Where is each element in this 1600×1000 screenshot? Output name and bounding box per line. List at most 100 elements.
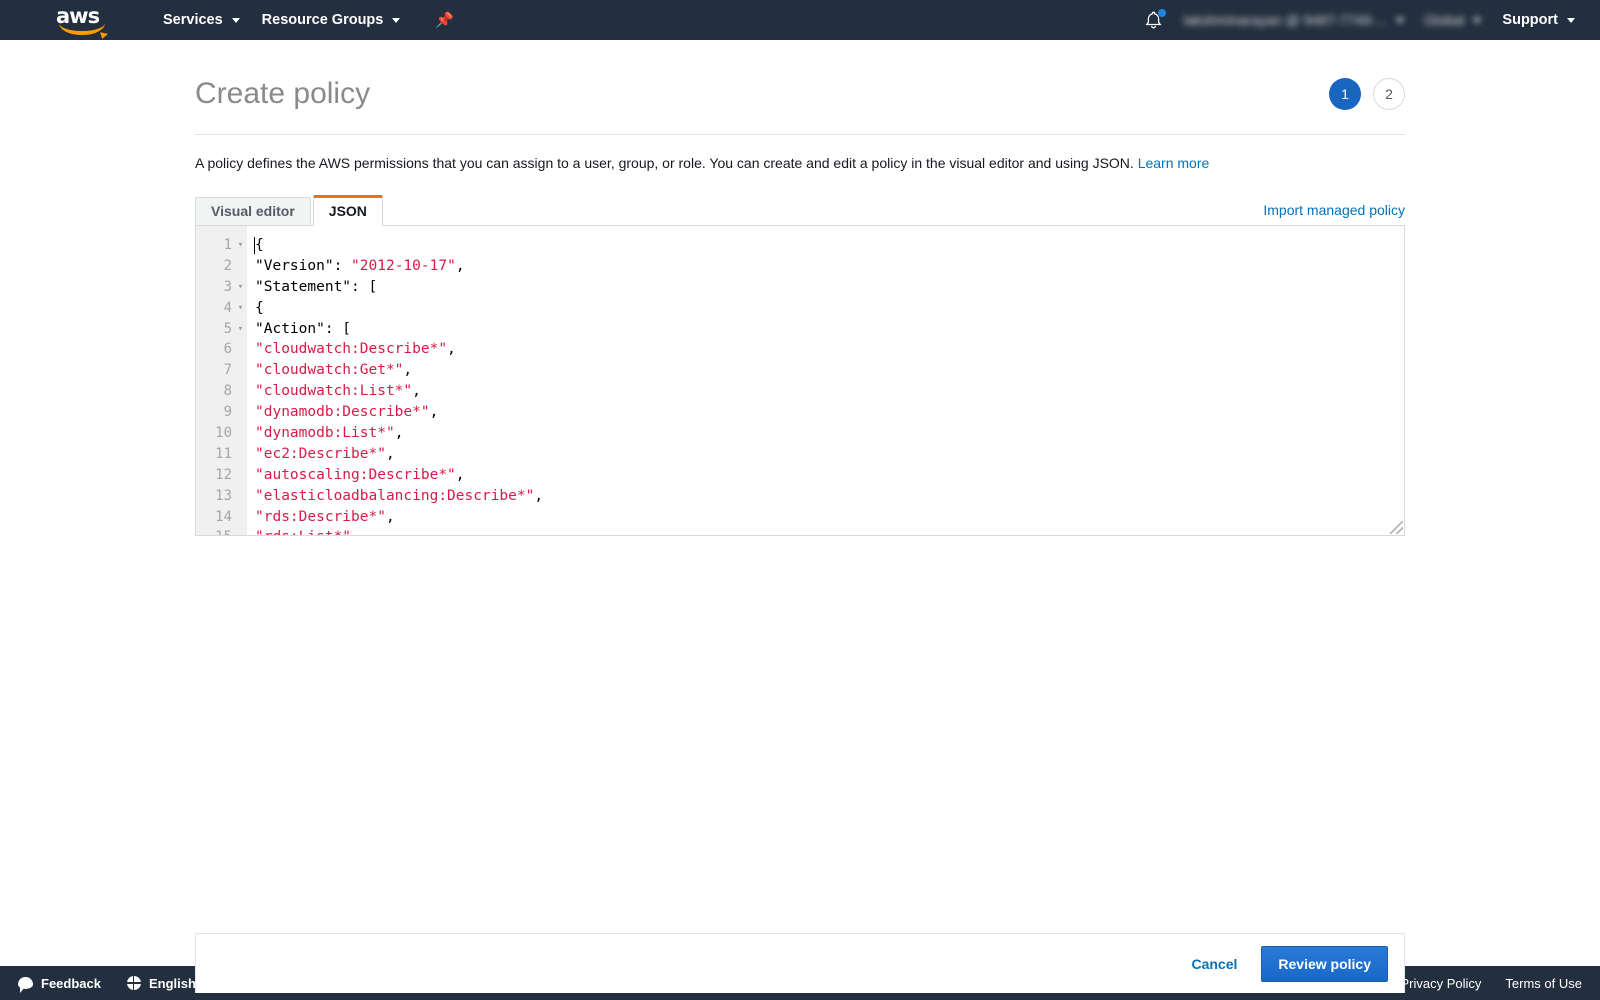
chevron-down-icon	[1473, 18, 1481, 23]
editor-line-number: 3	[196, 277, 234, 298]
aws-logo[interactable]: aws	[56, 7, 114, 33]
create-policy-page: aws Services Resource Groups 📌 lakshmina…	[0, 0, 1600, 1000]
region-menu[interactable]: Global	[1414, 0, 1491, 40]
step-indicator: 1 2	[1329, 78, 1405, 110]
editor-tabs: Visual editor JSON Import managed policy	[195, 195, 1405, 226]
editor-line-text: "cloudwatch:Get*",	[247, 360, 412, 381]
code-fold-arrow-icon[interactable]: ▾	[234, 298, 247, 319]
main-content: Create policy 1 2 A policy defines the A…	[0, 40, 1600, 966]
editor-line[interactable]: 4▾{	[196, 298, 1404, 319]
step-indicator-2-label: 2	[1385, 86, 1393, 102]
editor-line-text: "Action": [	[247, 319, 351, 340]
pushpin-icon[interactable]: 📌	[427, 0, 462, 40]
editor-line-number: 11	[196, 444, 234, 465]
notification-indicator-dot	[1158, 9, 1166, 17]
aws-logo-smile-icon	[59, 23, 105, 35]
notification-bell-icon[interactable]	[1133, 0, 1174, 40]
editor-line[interactable]: 5▾"Action": [	[196, 319, 1404, 340]
editor-line[interactable]: 14"rds:Describe*",	[196, 507, 1404, 528]
account-menu[interactable]: lakshminarayan @ 9487-7749-...	[1174, 0, 1414, 40]
chevron-down-icon	[1396, 18, 1404, 23]
tab-visual-editor[interactable]: Visual editor	[195, 197, 311, 226]
content-inner: Create policy 1 2 A policy defines the A…	[0, 40, 1600, 536]
editor-line-number: 13	[196, 486, 234, 507]
policy-description-text: A policy defines the AWS permissions tha…	[195, 155, 1134, 171]
editor-line-text: "ec2:Describe*",	[247, 444, 395, 465]
editor-gutter-top	[196, 226, 247, 235]
support-menu[interactable]: Support	[1491, 0, 1586, 40]
nav-services-menu[interactable]: Services	[152, 0, 251, 40]
cancel-button[interactable]: Cancel	[1177, 947, 1251, 981]
learn-more-link[interactable]: Learn more	[1138, 155, 1210, 171]
editor-line-number: 7	[196, 360, 234, 381]
code-fold-arrow-icon[interactable]: ▾	[234, 235, 247, 256]
editor-line[interactable]: 9"dynamodb:Describe*",	[196, 402, 1404, 423]
editor-line-number: 2	[196, 256, 234, 277]
editor-line-text: "cloudwatch:Describe*",	[247, 339, 456, 360]
chevron-down-icon	[392, 18, 400, 23]
nav-services-label: Services	[163, 12, 223, 28]
editor-line-text: {	[247, 298, 264, 319]
nav-resource-groups-label: Resource Groups	[262, 12, 384, 28]
editor-line[interactable]: 1▾{	[196, 235, 1404, 256]
support-label: Support	[1502, 12, 1558, 28]
step-indicator-1[interactable]: 1	[1329, 78, 1361, 110]
editor-code-area[interactable]: 1▾{2"Version": "2012-10-17",3▾"Statement…	[196, 235, 1404, 535]
json-policy-editor[interactable]: 1▾{2"Version": "2012-10-17",3▾"Statement…	[195, 225, 1405, 536]
editor-line[interactable]: 2 "Version": "2012-10-17",	[196, 256, 1404, 277]
tab-json[interactable]: JSON	[313, 195, 383, 226]
step-indicator-1-label: 1	[1341, 86, 1349, 102]
editor-line[interactable]: 6 "cloudwatch:Describe*",	[196, 339, 1404, 360]
editor-line-text: "dynamodb:Describe*",	[247, 402, 438, 423]
top-navigation-bar: aws Services Resource Groups 📌 lakshmina…	[0, 0, 1600, 40]
editor-line-text: "elasticloadbalancing:Describe*",	[247, 486, 543, 507]
editor-line-number: 6	[196, 339, 234, 360]
editor-line[interactable]: 12 "autoscaling:Describe*",	[196, 465, 1404, 486]
tab-json-label: JSON	[329, 203, 367, 219]
import-managed-policy-link[interactable]: Import managed policy	[1263, 200, 1405, 226]
account-label: lakshminarayan @ 9487-7749-...	[1184, 12, 1387, 28]
code-fold-arrow-icon[interactable]: ▾	[234, 277, 247, 298]
editor-line[interactable]: 7 "cloudwatch:Get*",	[196, 360, 1404, 381]
editor-line-text: {	[247, 235, 264, 256]
editor-line-text: "rds:List*"	[247, 527, 351, 535]
title-row: Create policy 1 2	[195, 40, 1405, 112]
privacy-policy-link[interactable]: Privacy Policy	[1401, 976, 1482, 991]
editor-line-number: 4	[196, 298, 234, 319]
editor-line[interactable]: 10 "dynamodb:List*",	[196, 423, 1404, 444]
editor-top-pad	[196, 226, 1404, 235]
review-policy-button[interactable]: Review policy	[1261, 946, 1388, 982]
header-divider	[195, 134, 1405, 135]
code-fold-arrow-icon[interactable]: ▾	[234, 319, 247, 340]
policy-description: A policy defines the AWS permissions tha…	[195, 153, 1405, 173]
speech-bubble-icon	[18, 977, 33, 989]
editor-line-text: "autoscaling:Describe*",	[247, 465, 465, 486]
editor-line-text: "Statement": [	[247, 277, 377, 298]
nav-right-group: lakshminarayan @ 9487-7749-... Global Su…	[1133, 0, 1600, 40]
form-action-panel: Cancel Review policy	[195, 933, 1405, 993]
editor-line[interactable]: 3▾"Statement": [	[196, 277, 1404, 298]
footer-links: Privacy Policy Terms of Use	[1401, 976, 1583, 991]
editor-line-text: "dynamodb:List*",	[247, 423, 403, 444]
region-label: Global	[1424, 12, 1464, 28]
editor-line-number: 8	[196, 381, 234, 402]
editor-line[interactable]: 15 "rds:List*"	[196, 527, 1404, 535]
editor-line[interactable]: 13 "elasticloadbalancing:Describe*",	[196, 486, 1404, 507]
editor-line-number: 15	[196, 527, 234, 535]
editor-line-number: 10	[196, 423, 234, 444]
nav-resource-groups-menu[interactable]: Resource Groups	[251, 0, 412, 40]
editor-code-lines[interactable]: 1▾{2"Version": "2012-10-17",3▾"Statement…	[196, 235, 1404, 535]
editor-line-number: 14	[196, 507, 234, 528]
page-title: Create policy	[195, 76, 370, 112]
editor-line[interactable]: 8"cloudwatch:List*",	[196, 381, 1404, 402]
editor-line-text: "Version": "2012-10-17",	[247, 256, 465, 277]
feedback-link[interactable]: Feedback	[18, 976, 101, 991]
tab-visual-editor-label: Visual editor	[211, 203, 295, 219]
terms-of-use-link[interactable]: Terms of Use	[1505, 976, 1582, 991]
editor-line-number: 12	[196, 465, 234, 486]
globe-icon	[127, 976, 141, 990]
chevron-down-icon	[232, 18, 240, 23]
step-indicator-2[interactable]: 2	[1373, 78, 1405, 110]
editor-resize-handle[interactable]	[1390, 521, 1403, 534]
editor-line[interactable]: 11 "ec2:Describe*",	[196, 444, 1404, 465]
